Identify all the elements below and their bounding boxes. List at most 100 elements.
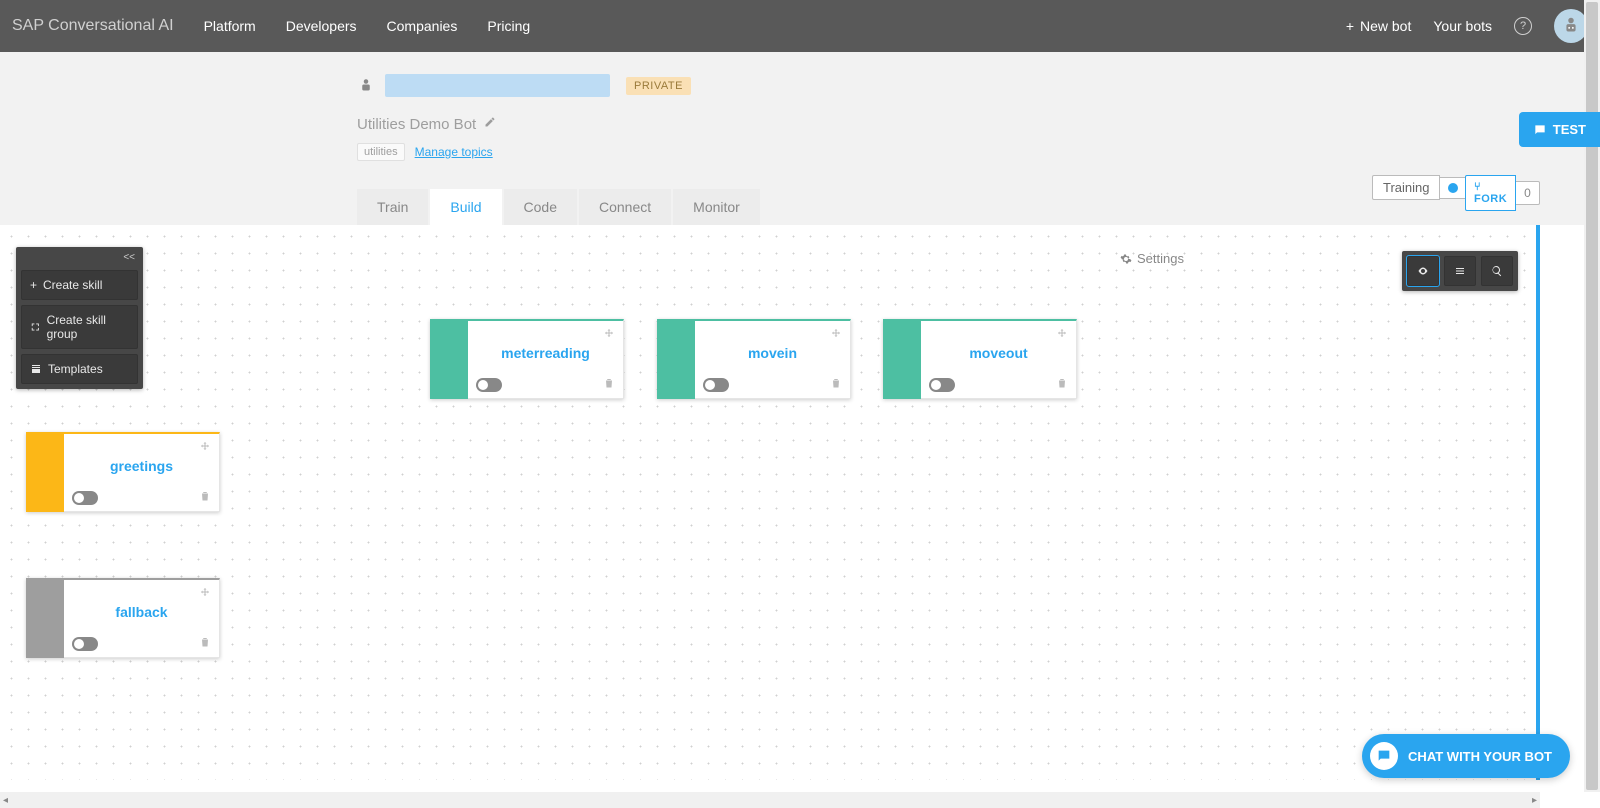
create-skill-button[interactable]: + Create skill: [21, 270, 138, 300]
create-skill-group-button[interactable]: Create skill group: [21, 305, 138, 349]
nav-platform[interactable]: Platform: [204, 18, 256, 34]
chat-bubble-icon: [1370, 742, 1398, 770]
topbar: SAP Conversational AI Platform Developer…: [0, 0, 1600, 52]
test-button[interactable]: TEST: [1519, 112, 1600, 147]
collapse-panel-icon[interactable]: <<: [21, 252, 138, 265]
skill-color-bar: [883, 319, 921, 399]
builder-canvas[interactable]: << + Create skill Create skill group Tem…: [0, 225, 1540, 780]
skill-card-fallback[interactable]: fallback: [26, 578, 220, 658]
eye-icon: [1417, 265, 1429, 277]
tab-monitor[interactable]: Monitor: [673, 189, 760, 225]
create-skill-group-label: Create skill group: [47, 313, 129, 341]
group-icon: [30, 321, 41, 333]
app-logo: SAP Conversational AI: [12, 17, 174, 35]
skill-title[interactable]: moveout: [921, 321, 1076, 361]
sub-header: PRIVATE Training ⑂ FORK 0 Utilities Demo…: [0, 52, 1600, 225]
move-icon[interactable]: [1056, 327, 1068, 343]
delete-skill-icon[interactable]: [830, 377, 842, 392]
skill-card-meterreading[interactable]: meterreading: [430, 319, 624, 399]
topbar-nav: Platform Developers Companies Pricing: [204, 18, 531, 34]
chat-with-bot-button[interactable]: CHAT WITH YOUR BOT: [1362, 734, 1570, 778]
skill-card-movein[interactable]: movein: [657, 319, 851, 399]
skill-body: meterreading: [468, 319, 624, 399]
skill-body: greetings: [64, 432, 220, 512]
user-avatar[interactable]: [1554, 9, 1588, 43]
tab-build[interactable]: Build: [430, 189, 501, 225]
skill-toggle[interactable]: [72, 491, 98, 505]
nav-developers[interactable]: Developers: [286, 18, 357, 34]
move-icon[interactable]: [199, 440, 211, 456]
skill-color-bar: [26, 432, 64, 512]
skill-card-greetings[interactable]: greetings: [26, 432, 220, 512]
fork-count: 0: [1516, 181, 1540, 205]
chat-icon: [1533, 123, 1547, 137]
skill-title[interactable]: movein: [695, 321, 850, 361]
bot-description: Utilities Demo Bot: [357, 116, 476, 133]
view-search-button[interactable]: [1481, 256, 1513, 286]
builder-tabs: TrainBuildCodeConnectMonitor: [357, 189, 760, 225]
skill-toggle[interactable]: [72, 637, 98, 651]
nav-companies[interactable]: Companies: [387, 18, 458, 34]
training-label: Training: [1372, 175, 1440, 200]
manage-topics-link[interactable]: Manage topics: [415, 145, 493, 159]
skill-body: moveout: [921, 319, 1077, 399]
fork-label: FORK: [1474, 193, 1507, 205]
bot-name-redacted: [385, 74, 610, 97]
skill-toggle[interactable]: [703, 378, 729, 392]
move-icon[interactable]: [603, 327, 615, 343]
create-skill-label: Create skill: [43, 278, 102, 292]
plus-icon: +: [1346, 18, 1354, 34]
topbar-right: + New bot Your bots ?: [1346, 9, 1588, 43]
topic-tag: utilities: [357, 143, 405, 161]
fork-icon: ⑂: [1474, 181, 1481, 193]
tab-train[interactable]: Train: [357, 189, 428, 225]
bot-title-row: PRIVATE: [357, 74, 1187, 97]
skill-color-bar: [26, 578, 64, 658]
plus-icon: +: [30, 278, 37, 292]
edit-description-icon[interactable]: [484, 115, 496, 133]
view-list-button[interactable]: [1444, 256, 1476, 286]
tabs-row: TrainBuildCodeConnectMonitor: [357, 189, 1187, 225]
chat-label: CHAT WITH YOUR BOT: [1408, 749, 1552, 764]
list-icon: [1454, 265, 1466, 277]
new-bot-link[interactable]: + New bot: [1346, 18, 1412, 34]
view-mode-panel: [1402, 251, 1518, 291]
tab-code[interactable]: Code: [504, 189, 577, 225]
view-canvas-button[interactable]: [1407, 256, 1439, 286]
skill-toggle[interactable]: [929, 378, 955, 392]
robot-icon: [1560, 15, 1582, 37]
tab-connect[interactable]: Connect: [579, 189, 671, 225]
move-icon[interactable]: [199, 586, 211, 602]
nav-pricing[interactable]: Pricing: [487, 18, 530, 34]
templates-button[interactable]: Templates: [21, 354, 138, 384]
privacy-badge: PRIVATE: [626, 77, 691, 95]
delete-skill-icon[interactable]: [603, 377, 615, 392]
new-bot-label: New bot: [1360, 18, 1411, 34]
skill-toggle[interactable]: [476, 378, 502, 392]
fork-button[interactable]: ⑂ FORK: [1465, 175, 1516, 211]
search-icon: [1491, 265, 1503, 277]
templates-label: Templates: [48, 362, 103, 376]
fork-button-group: ⑂ FORK 0: [1465, 175, 1540, 211]
skill-color-bar: [657, 319, 695, 399]
skill-color-bar: [430, 319, 468, 399]
your-bots-link[interactable]: Your bots: [1433, 18, 1492, 34]
skill-title[interactable]: greetings: [64, 434, 219, 474]
skill-title[interactable]: fallback: [64, 580, 219, 620]
horizontal-scrollbar[interactable]: [0, 792, 1540, 808]
test-label: TEST: [1553, 122, 1586, 137]
training-indicator-icon: [1440, 177, 1467, 199]
delete-skill-icon[interactable]: [199, 490, 211, 505]
bot-icon: [357, 77, 375, 95]
skill-title[interactable]: meterreading: [468, 321, 623, 361]
skill-actions-panel: << + Create skill Create skill group Tem…: [16, 247, 143, 389]
templates-icon: [30, 363, 42, 375]
skill-card-moveout[interactable]: moveout: [883, 319, 1077, 399]
training-status[interactable]: Training: [1372, 175, 1467, 200]
skill-body: fallback: [64, 578, 220, 658]
help-icon[interactable]: ?: [1514, 17, 1532, 35]
delete-skill-icon[interactable]: [1056, 377, 1068, 392]
skill-body: movein: [695, 319, 851, 399]
move-icon[interactable]: [830, 327, 842, 343]
delete-skill-icon[interactable]: [199, 636, 211, 651]
